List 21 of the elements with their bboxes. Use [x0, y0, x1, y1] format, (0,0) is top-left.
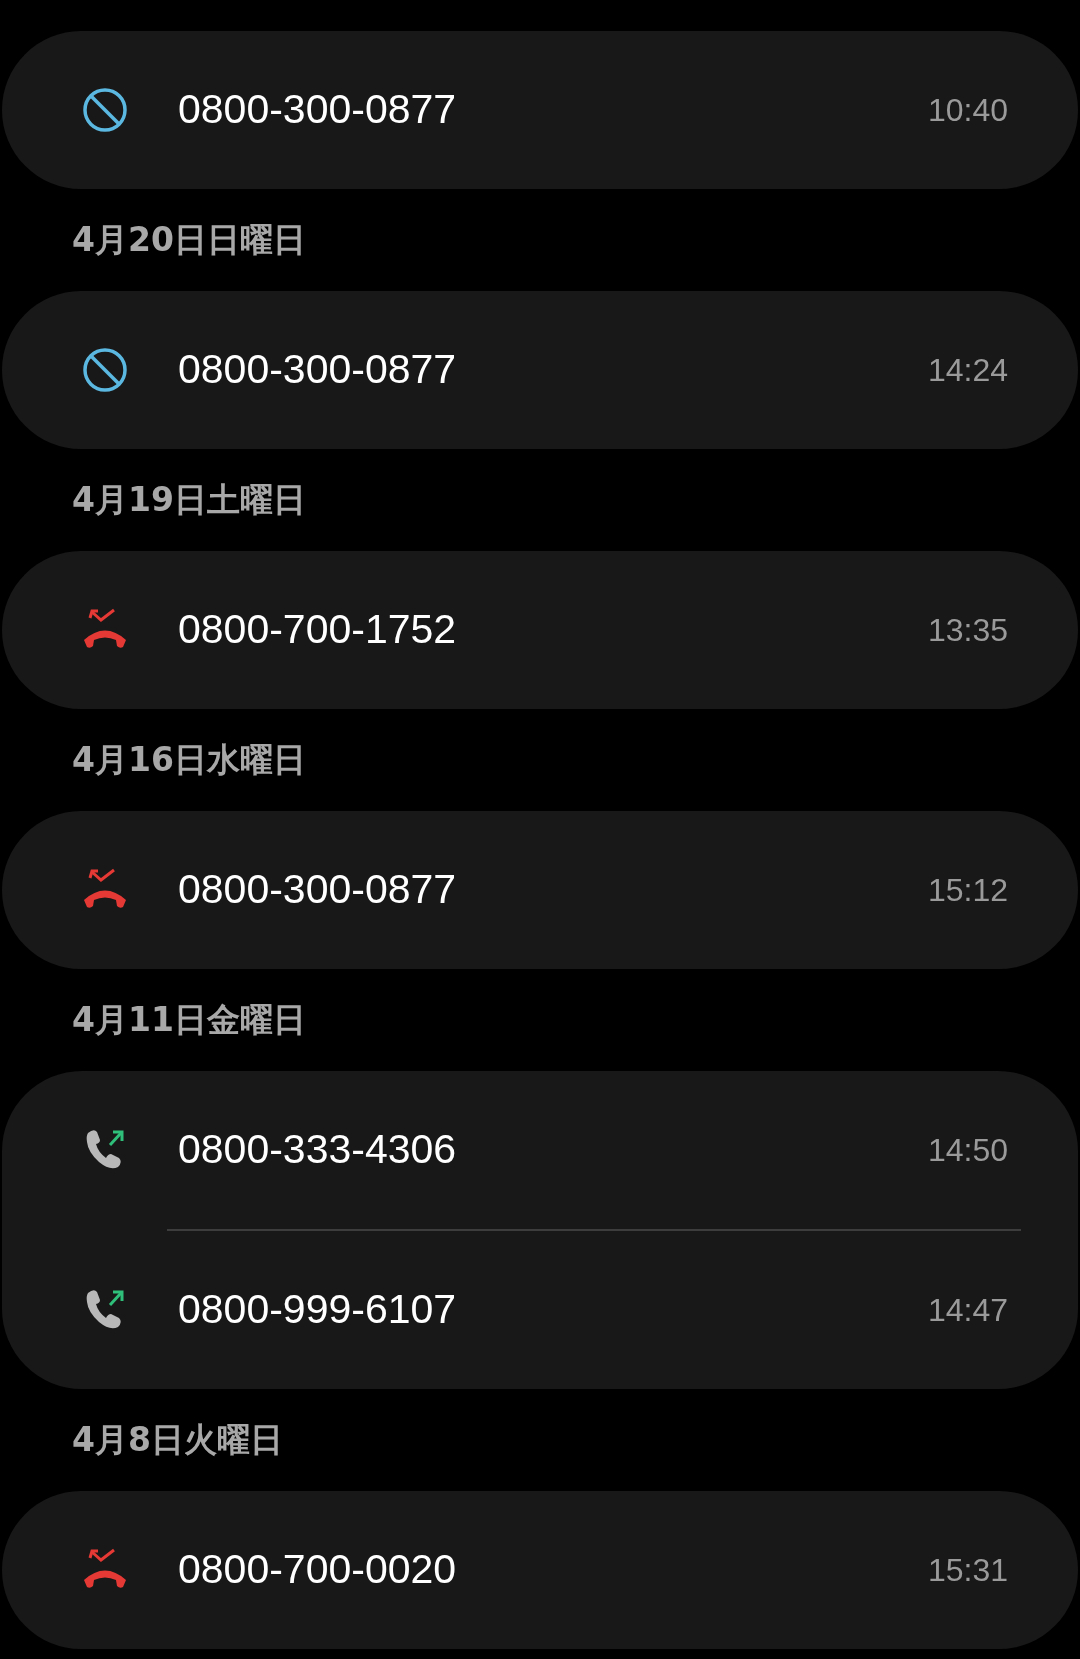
- date-header: 4月19日土曜日: [72, 479, 306, 522]
- phone-number[interactable]: 0800-300-0877: [178, 79, 457, 141]
- phone-number[interactable]: 0800-999-6107: [178, 1279, 457, 1341]
- blocked-icon: [80, 85, 130, 135]
- phone-number[interactable]: 0800-700-0020: [178, 1539, 457, 1601]
- date-header: 4月20日日曜日: [72, 219, 306, 262]
- date-header: 4月11日金曜日: [72, 999, 306, 1042]
- call-time: 10:40: [927, 91, 1008, 130]
- date-header: 4月8日火曜日: [72, 1419, 283, 1462]
- call-time: 14:50: [927, 1131, 1008, 1170]
- call-time: 15:12: [927, 871, 1008, 910]
- date-header: 4月16日水曜日: [72, 739, 306, 782]
- call-time: 15:31: [927, 1551, 1008, 1590]
- phone-number[interactable]: 0800-300-0877: [178, 859, 457, 921]
- phone-number[interactable]: 0800-700-1752: [178, 599, 457, 661]
- phone-number[interactable]: 0800-333-4306: [178, 1119, 457, 1181]
- call-time: 14:24: [927, 351, 1008, 390]
- call-time: 13:35: [927, 611, 1008, 650]
- blocked-icon: [80, 345, 130, 395]
- call-time: 14:47: [927, 1291, 1008, 1330]
- phone-number[interactable]: 0800-300-0877: [178, 339, 457, 401]
